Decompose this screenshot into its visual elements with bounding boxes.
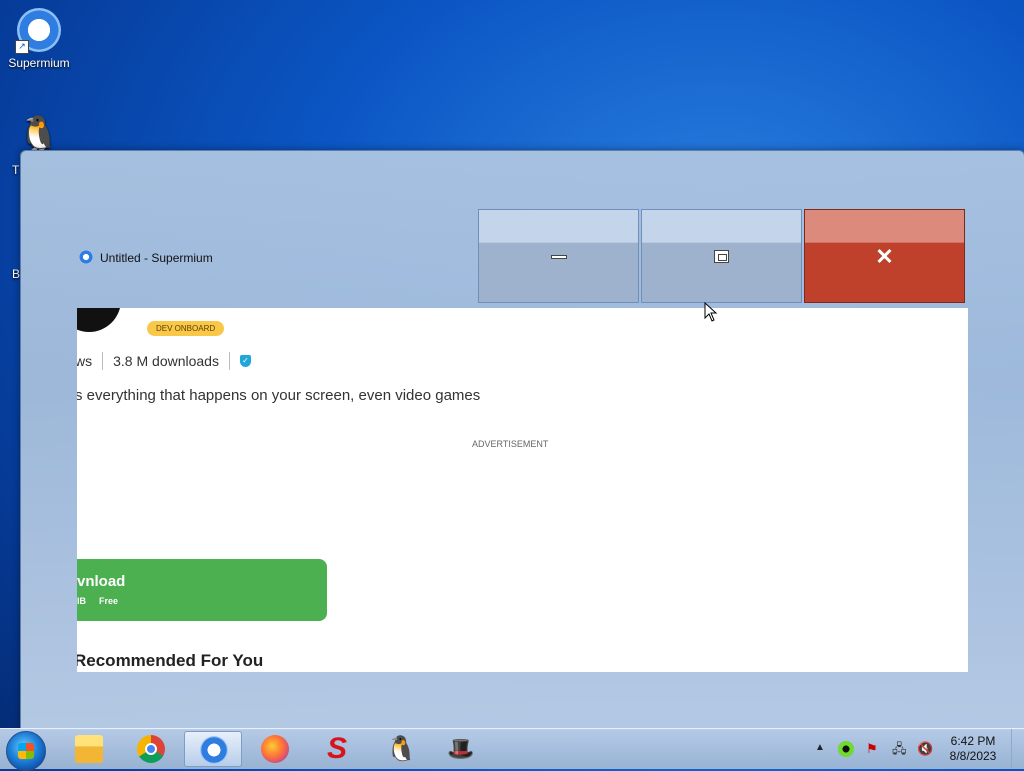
- browser-window[interactable]: Untitled - Supermium ✕ DEV ONBOARD ws 3.…: [20, 150, 1024, 730]
- verified-shield-icon: ✓: [239, 355, 251, 367]
- close-button[interactable]: ✕: [804, 209, 965, 303]
- maximize-icon: [714, 250, 729, 263]
- taskbar-item-penguin-app[interactable]: 🐧: [370, 731, 428, 767]
- network-icon[interactable]: 🖧: [892, 741, 908, 757]
- download-price: Free: [99, 596, 119, 606]
- hat-icon: 🎩: [447, 736, 475, 761]
- desktop-icon-label-partial: B: [12, 267, 21, 281]
- desktop-icon-label-partial: T: [12, 163, 20, 177]
- supermium-icon: ↗: [15, 6, 63, 54]
- close-icon: ✕: [875, 244, 894, 269]
- minimize-icon: [551, 255, 567, 259]
- minimize-button[interactable]: [478, 209, 639, 303]
- page-content[interactable]: DEV ONBOARD ws 3.8 M downloads ✓ s every…: [77, 308, 968, 672]
- shortcut-arrow-icon: ↗: [15, 40, 29, 54]
- supermium-icon: [200, 736, 228, 764]
- desktop-icon-supermium[interactable]: ↗ Supermium: [1, 6, 77, 70]
- window-title: Untitled - Supermium: [100, 251, 213, 265]
- advertisement-label: ADVERTISEMENT: [472, 439, 549, 449]
- taskbar-item-chrome[interactable]: [122, 731, 180, 767]
- taskbar-item-file-explorer[interactable]: [60, 731, 118, 767]
- volume-muted-icon[interactable]: 🔇: [917, 741, 933, 757]
- chrome-icon: [137, 735, 165, 763]
- clock-date: 8/8/2023: [949, 749, 997, 763]
- divider: [228, 352, 230, 370]
- download-button[interactable]: vnload IB Free: [77, 559, 327, 621]
- taskbar-item-hat-app[interactable]: 🎩: [432, 731, 490, 767]
- penguin-icon: 🐧: [385, 734, 418, 764]
- taskbar-item-firefox[interactable]: [246, 731, 304, 767]
- dev-onboard-badge: DEV ONBOARD: [147, 321, 225, 336]
- download-label: vnload: [77, 573, 126, 590]
- app-avatar: [77, 308, 121, 332]
- supermium-icon: [79, 250, 93, 264]
- app-stats: ws 3.8 M downloads ✓: [77, 352, 251, 370]
- start-button[interactable]: [6, 731, 46, 771]
- tray-expand-icon[interactable]: ▲: [815, 742, 825, 753]
- download-size: IB: [77, 596, 86, 606]
- action-center-flag-icon[interactable]: ⚑: [866, 741, 882, 757]
- s-app-icon: S: [326, 732, 347, 765]
- taskbar-item-s-app[interactable]: S: [308, 731, 366, 767]
- show-desktop-button[interactable]: [1011, 729, 1024, 769]
- taskbar-item-supermium[interactable]: [184, 731, 242, 767]
- tray-status-icon[interactable]: [838, 741, 854, 757]
- firefox-icon: [261, 735, 289, 763]
- app-description: s everything that happens on your screen…: [77, 387, 481, 404]
- clock-time: 6:42 PM: [950, 734, 996, 748]
- reviews-count: ws: [77, 353, 93, 369]
- maximize-button[interactable]: [641, 209, 802, 303]
- recommended-heading: Recommended For You: [77, 651, 264, 670]
- downloads-count: 3.8 M downloads: [113, 353, 219, 369]
- desktop-icon-label: Supermium: [8, 56, 70, 70]
- taskbar: S 🐧 🎩 ▲ ⚑ 🖧 🔇 6:42 PM 8/8/2023: [0, 728, 1024, 771]
- clock[interactable]: 6:42 PM 8/8/2023: [944, 734, 1002, 764]
- divider: [102, 352, 104, 370]
- folder-icon: [75, 735, 103, 763]
- mouse-cursor-icon: [704, 302, 718, 322]
